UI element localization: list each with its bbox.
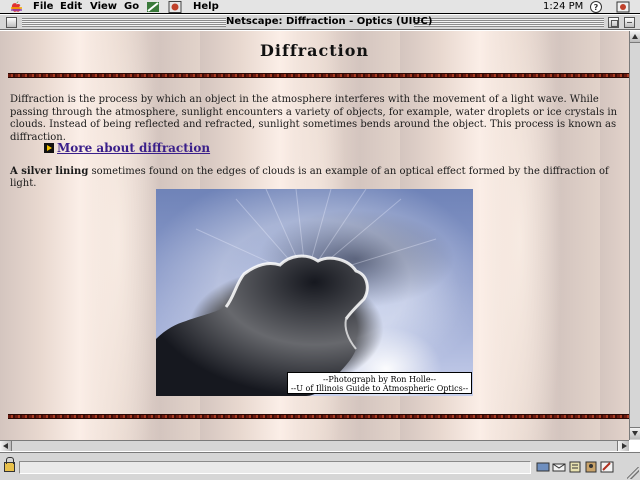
scroll-down-arrow-icon[interactable] (630, 427, 640, 439)
navigator-icon[interactable] (536, 461, 550, 473)
more-link-row: More about diffraction (44, 140, 210, 156)
svg-text:?: ? (594, 3, 599, 12)
status-bar (0, 452, 640, 480)
zoom-box[interactable] (608, 17, 619, 28)
silver-lining-paragraph: A silver lining sometimes found on the e… (10, 166, 618, 190)
menu-clock[interactable]: 1:24 PM (543, 1, 583, 13)
menu-file[interactable]: File (33, 1, 53, 13)
newsgroups-icon[interactable] (568, 461, 582, 473)
collapse-box[interactable] (624, 17, 635, 28)
menu-go[interactable]: Go (124, 1, 139, 13)
scroll-left-arrow-icon[interactable] (0, 441, 12, 451)
vertical-scrollbar[interactable] (629, 31, 640, 440)
status-message-field (19, 461, 531, 474)
scroll-right-arrow-icon[interactable] (617, 441, 629, 451)
caption-line-1: --Photograph by Ron Holle-- (322, 375, 437, 384)
silver-lining-text: sometimes found on the edges of clouds i… (10, 166, 609, 189)
mail-icon[interactable] (552, 461, 566, 473)
more-about-diffraction-link[interactable]: More about diffraction (57, 141, 210, 155)
lock-icon[interactable] (4, 457, 15, 472)
decorative-rule-top (8, 73, 629, 78)
netscape-icon[interactable] (168, 1, 182, 13)
intro-paragraph: Diffraction is the process by which an o… (10, 94, 618, 143)
caption-line-2: --U of Illinois Guide to Atmospheric Opt… (290, 384, 469, 393)
menu-help[interactable]: Help (193, 1, 219, 13)
cloud-silhouette (156, 189, 473, 396)
menu-edit[interactable]: Edit (60, 1, 82, 13)
composer-icon[interactable] (600, 461, 614, 473)
cloud-photo: --Photograph by Ron Holle-- --U of Illin… (156, 189, 473, 396)
apple-icon[interactable] (11, 1, 22, 13)
arrow-bullet-icon (44, 143, 54, 153)
decorative-rule-bottom (8, 414, 629, 419)
horizontal-scrollbar[interactable] (0, 440, 629, 451)
window-title: Netscape: Diffraction - Optics (UIUC) (226, 16, 433, 29)
page-title: Diffraction (259, 41, 370, 60)
resize-grip-icon[interactable] (627, 467, 639, 479)
help-icon[interactable]: ? (590, 1, 602, 13)
menu-view[interactable]: View (90, 1, 117, 13)
close-box[interactable] (6, 17, 17, 28)
app-switcher-icon[interactable] (616, 1, 630, 13)
window-title-bar[interactable]: Netscape: Diffraction - Optics (UIUC) (0, 15, 640, 30)
silver-lining-term: A silver lining (10, 166, 89, 177)
menu-bar: File Edit View Go Help 1:24 PM ? (0, 0, 640, 14)
app-icon[interactable] (146, 1, 160, 13)
address-book-icon[interactable] (584, 461, 598, 473)
scroll-up-arrow-icon[interactable] (630, 31, 640, 43)
page-content: Diffraction Diffraction is the process b… (0, 31, 629, 440)
photo-caption: --Photograph by Ron Holle-- --U of Illin… (287, 372, 472, 394)
